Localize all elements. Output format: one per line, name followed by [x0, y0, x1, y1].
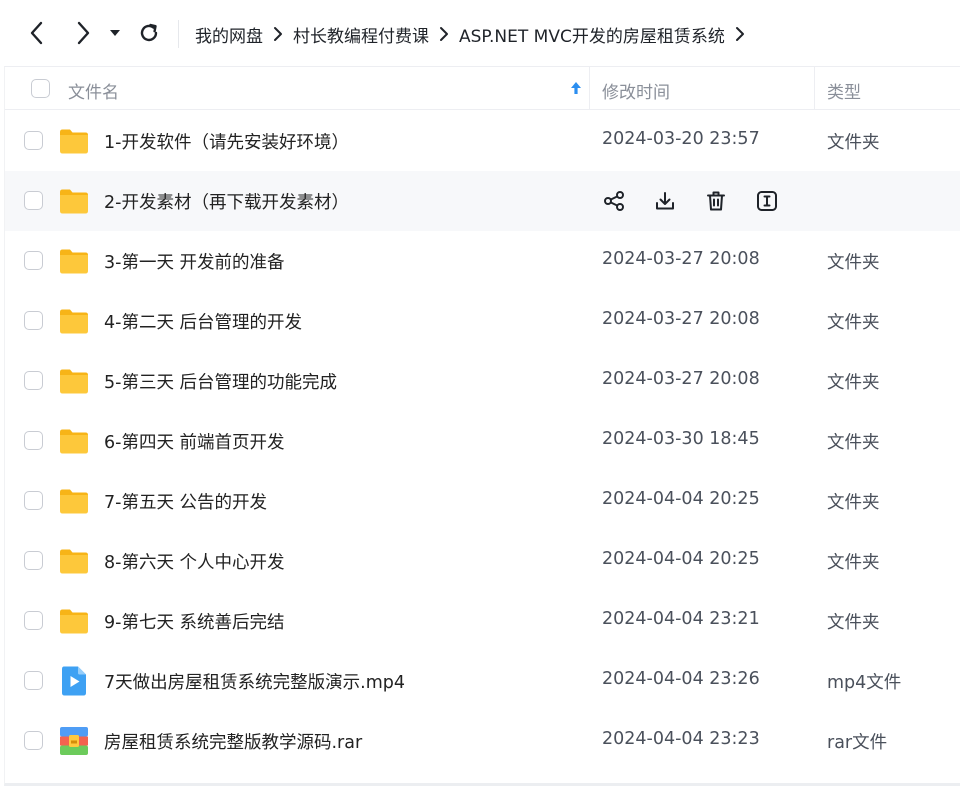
- file-list: 文件名 修改时间 类型 1-开发软件（请先安装好环境） 2024-03-20 23…: [4, 66, 960, 786]
- file-row[interactable]: 9-第七天 系统善后完结 2024-04-04 23:21 文件夹: [5, 591, 960, 651]
- file-row[interactable]: 2-开发素材（再下载开发素材）: [5, 171, 960, 231]
- video-file-icon: [58, 665, 90, 697]
- file-modified-time: 2024-04-04 23:21: [602, 609, 760, 629]
- file-type: 文件夹: [827, 613, 880, 633]
- row-checkbox[interactable]: [24, 131, 43, 150]
- file-row[interactable]: 7-第五天 公告的开发 2024-04-04 20:25 文件夹: [5, 471, 960, 531]
- history-dropdown-button[interactable]: [103, 18, 127, 48]
- column-header-modified[interactable]: 修改时间: [602, 78, 670, 103]
- back-button[interactable]: [22, 18, 52, 48]
- file-name[interactable]: 1-开发软件（请先安装好环境）: [104, 129, 349, 154]
- arrow-up-icon[interactable]: [568, 80, 584, 96]
- file-name[interactable]: 4-第二天 后台管理的开发: [104, 309, 302, 334]
- folder-icon: [58, 485, 90, 517]
- chevron-right-icon: [429, 20, 459, 48]
- file-name[interactable]: 9-第七天 系统善后完结: [104, 609, 285, 634]
- download-button[interactable]: [652, 188, 678, 214]
- refresh-button[interactable]: [134, 18, 164, 48]
- folder-icon: [58, 125, 90, 157]
- archive-file-icon: [58, 725, 90, 757]
- column-header-type[interactable]: 类型: [827, 78, 861, 103]
- file-name[interactable]: 7天做出房屋租赁系统完整版演示.mp4: [104, 669, 405, 694]
- file-type: 文件夹: [827, 133, 880, 153]
- refresh-icon: [140, 23, 158, 42]
- file-type: 文件夹: [827, 553, 880, 573]
- caret-down-icon: [110, 30, 120, 36]
- file-name[interactable]: 6-第四天 前端首页开发: [104, 429, 285, 454]
- chevron-right-icon: [263, 20, 293, 48]
- file-modified-time: 2024-04-04 20:25: [602, 549, 760, 569]
- breadcrumb-item-course[interactable]: 村长教编程付费课: [293, 22, 429, 47]
- row-checkbox[interactable]: [24, 191, 43, 210]
- row-actions: [601, 188, 780, 214]
- file-modified-time: 2024-03-27 20:08: [602, 369, 760, 389]
- nav-divider: [178, 20, 179, 48]
- file-row[interactable]: 4-第二天 后台管理的开发 2024-03-27 20:08 文件夹: [5, 291, 960, 351]
- file-type: 文件夹: [827, 433, 880, 453]
- file-modified-time: 2024-03-27 20:08: [602, 249, 760, 269]
- file-type: 文件夹: [827, 313, 880, 333]
- list-header: 文件名 修改时间 类型: [5, 67, 960, 110]
- file-type: mp4文件: [827, 673, 902, 693]
- row-checkbox[interactable]: [24, 731, 43, 750]
- file-row[interactable]: 房屋租赁系统完整版教学源码.rar 2024-04-04 23:23 rar文件: [5, 711, 960, 771]
- breadcrumb: 我的网盘 村长教编程付费课 ASP.NET MVC开发的房屋租赁系统: [195, 20, 755, 48]
- file-row[interactable]: 6-第四天 前端首页开发 2024-03-30 18:45 文件夹: [5, 411, 960, 471]
- file-name[interactable]: 2-开发素材（再下载开发素材）: [104, 189, 349, 214]
- folder-icon: [58, 425, 90, 457]
- navigation-bar: 我的网盘 村长教编程付费课 ASP.NET MVC开发的房屋租赁系统: [0, 0, 960, 66]
- row-checkbox[interactable]: [24, 311, 43, 330]
- column-divider[interactable]: [814, 67, 815, 110]
- file-type: 文件夹: [827, 493, 880, 513]
- share-icon: [604, 191, 624, 211]
- file-name[interactable]: 8-第六天 个人中心开发: [104, 549, 285, 574]
- file-modified-time: 2024-04-04 23:26: [602, 669, 760, 689]
- row-checkbox[interactable]: [24, 671, 43, 690]
- file-modified-time: 2024-03-27 20:08: [602, 309, 760, 329]
- chevron-right-icon: [77, 21, 90, 45]
- folder-icon: [58, 245, 90, 277]
- select-all-checkbox[interactable]: [31, 79, 50, 98]
- folder-icon: [58, 545, 90, 577]
- breadcrumb-item-current[interactable]: ASP.NET MVC开发的房屋租赁系统: [459, 22, 725, 47]
- download-icon: [656, 192, 674, 210]
- file-row[interactable]: 1-开发软件（请先安装好环境） 2024-03-20 23:57 文件夹: [5, 111, 960, 171]
- file-row[interactable]: 3-第一天 开发前的准备 2024-03-27 20:08 文件夹: [5, 231, 960, 291]
- file-row[interactable]: 5-第三天 后台管理的功能完成 2024-03-27 20:08 文件夹: [5, 351, 960, 411]
- folder-icon: [58, 605, 90, 637]
- delete-button[interactable]: [703, 188, 729, 214]
- row-checkbox[interactable]: [24, 551, 43, 570]
- rename-button[interactable]: [754, 188, 780, 214]
- delete-icon: [707, 191, 725, 211]
- file-name[interactable]: 3-第一天 开发前的准备: [104, 249, 285, 274]
- folder-icon: [58, 185, 90, 217]
- folder-icon: [58, 365, 90, 397]
- file-name[interactable]: 房屋租赁系统完整版教学源码.rar: [104, 729, 362, 754]
- chevron-right-icon[interactable]: [725, 20, 755, 48]
- column-divider[interactable]: [589, 67, 590, 110]
- share-button[interactable]: [601, 188, 627, 214]
- file-type: 文件夹: [827, 253, 880, 273]
- column-header-name[interactable]: 文件名: [68, 78, 119, 103]
- row-checkbox[interactable]: [24, 251, 43, 270]
- row-checkbox[interactable]: [24, 611, 43, 630]
- row-checkbox[interactable]: [24, 371, 43, 390]
- folder-icon: [58, 305, 90, 337]
- row-checkbox[interactable]: [24, 491, 43, 510]
- file-name[interactable]: 5-第三天 后台管理的功能完成: [104, 369, 337, 394]
- row-checkbox[interactable]: [24, 431, 43, 450]
- file-modified-time: 2024-04-04 20:25: [602, 489, 760, 509]
- file-row[interactable]: 8-第六天 个人中心开发 2024-04-04 20:25 文件夹: [5, 531, 960, 591]
- chevron-left-icon: [30, 21, 43, 45]
- rename-icon: [757, 191, 777, 211]
- file-type: rar文件: [827, 733, 888, 753]
- file-modified-time: 2024-04-04 23:23: [602, 729, 760, 749]
- file-row[interactable]: 7天做出房屋租赁系统完整版演示.mp4 2024-04-04 23:26 mp4文件: [5, 651, 960, 711]
- file-modified-time: 2024-03-20 23:57: [602, 129, 760, 149]
- file-name[interactable]: 7-第五天 公告的开发: [104, 489, 267, 514]
- file-type: 文件夹: [827, 373, 880, 393]
- file-modified-time: 2024-03-30 18:45: [602, 429, 760, 449]
- breadcrumb-item-root[interactable]: 我的网盘: [195, 22, 263, 47]
- forward-button[interactable]: [68, 18, 98, 48]
